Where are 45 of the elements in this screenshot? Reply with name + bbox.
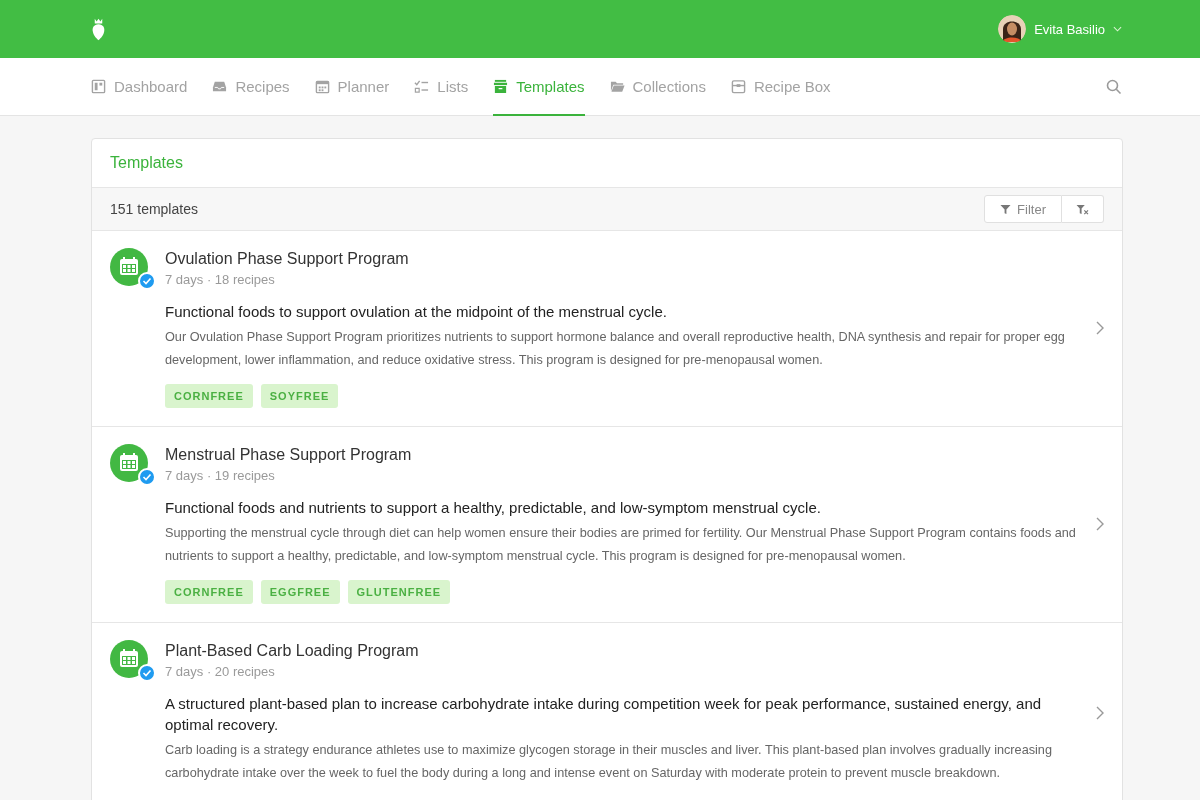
- template-meta: 7 days · 18 recipes: [165, 272, 276, 287]
- recipe-box-icon: [730, 78, 746, 94]
- diet-tag: SOYFREE: [260, 384, 339, 408]
- template-description: Supporting the menstrual cycle through diet can help women ensure their bodies are primed for fertility. Our Menstrual Phase Support Program contains foods and nutrients to support a healthy, predictable, and low-symptom menstrual cycle. This program is designed for pre-menopausal women.: [165, 525, 1077, 565]
- chevron-right-icon[interactable]: [1096, 517, 1104, 531]
- caret-icon[interactable]: [1113, 26, 1122, 32]
- diet-tag: CORNFREE: [165, 384, 253, 408]
- nav-tab[interactable]: Planner: [314, 58, 390, 116]
- nav-tab[interactable]: Lists: [414, 58, 469, 116]
- template-summary: Functional foods to support ovulation at the midpoint of the menstrual cycle.: [165, 302, 668, 322]
- calendar-icon: [110, 248, 148, 286]
- user-name[interactable]: Evita Basilio: [1034, 21, 1105, 37]
- filter-icon: [1000, 203, 1012, 215]
- chevron-right-icon[interactable]: [1096, 705, 1104, 720]
- checklist-icon: [414, 78, 430, 94]
- avatar[interactable]: [998, 15, 1027, 43]
- diet-tag: EGGFREE: [260, 580, 340, 604]
- nav-tab[interactable]: Templates: [493, 58, 585, 116]
- template-count: 151 templates: [110, 201, 198, 217]
- template-description: Carb loading is a strategy endurance athletes use to maximize glycogen storage in their muscles and liver. This plant-based plan involves gradually increasing carbohydrate intake over the week to fuel the body during a long and intense event on Saturday with moderate protein to prevent muscle breakdown.: [165, 742, 1053, 782]
- dashboard-icon: [91, 78, 106, 94]
- clear-filter-icon: [1076, 203, 1089, 215]
- diet-tag: CORNFREE: [165, 580, 253, 604]
- clear-filter-button[interactable]: [1062, 195, 1104, 223]
- nav-tab[interactable]: Collections: [609, 58, 706, 116]
- template-meta: 7 days · 20 recipes: [165, 664, 276, 679]
- calendar-icon: [110, 640, 148, 678]
- nav-tab[interactable]: Recipes: [212, 58, 290, 116]
- nav-tab[interactable]: Dashboard: [91, 58, 188, 116]
- calendar-icon: [314, 78, 330, 94]
- template-title: Ovulation Phase Support Program: [165, 250, 410, 268]
- chevron-right-icon[interactable]: [1096, 321, 1104, 335]
- nav-tab[interactable]: Recipe Box: [730, 58, 831, 116]
- search-icon[interactable]: [1106, 78, 1122, 95]
- template-title: Plant-Based Carb Loading Program: [165, 642, 420, 660]
- calendar-icon: [110, 444, 148, 482]
- template-summary: Functional foods and nutrients to support a healthy, predictable, and low-symptom menstrual cycle.: [165, 498, 822, 518]
- filter-button[interactable]: Filter: [984, 195, 1062, 223]
- box-icon: [493, 78, 509, 94]
- diet-tag: GLUTENFREE: [347, 580, 451, 604]
- template-description: Our Ovulation Phase Support Program prioritizes nutrients to support hormone balance and overall reproductive health, DNA synthesis and repair for proper egg development, lower inflammation, and reduce oxidative stress. This program is designed for pre-menopausal women.: [165, 329, 1066, 369]
- logo-icon[interactable]: [91, 17, 106, 41]
- template-title: Menstrual Phase Support Program: [165, 446, 413, 464]
- template-meta: 7 days · 19 recipes: [165, 468, 276, 483]
- template-summary: A structured plant-based plan to increase carbohydrate intake during competition week for peak performance, sustained energy, and optimal recovery.: [165, 694, 1043, 735]
